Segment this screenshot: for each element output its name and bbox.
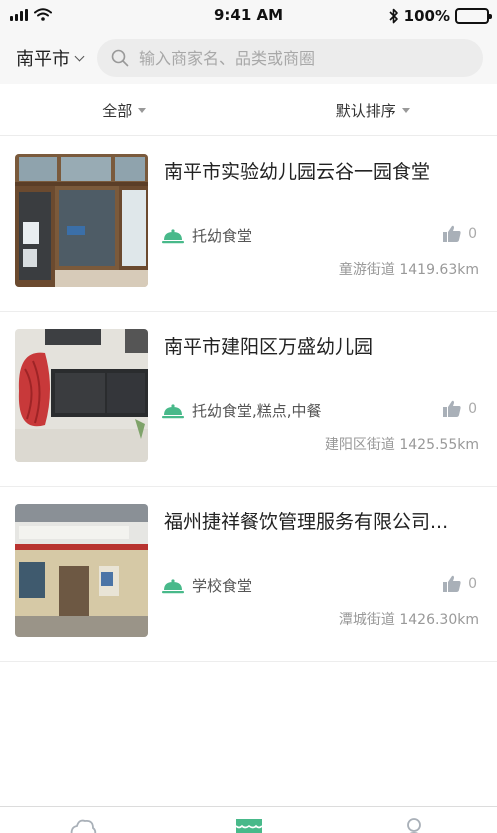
- filter-sort[interactable]: 默认排序: [249, 86, 497, 135]
- search-header: 南平市: [0, 32, 497, 84]
- search-icon: [111, 49, 129, 67]
- battery-icon: [455, 8, 492, 24]
- merchant-location: 童游街道 1419.63km: [338, 262, 479, 278]
- merchant-category-label: 托幼食堂: [192, 227, 253, 245]
- thumbs-up-icon: [443, 575, 461, 592]
- merchant-category: 学校食堂: [162, 575, 252, 596]
- caret-down-icon: [138, 108, 147, 113]
- tab-profile[interactable]: [331, 807, 497, 833]
- tab-home[interactable]: [0, 807, 166, 833]
- merchant-location: 潭城街道 1426.30km: [338, 612, 479, 628]
- filter-bar: 全部 默认排序: [0, 86, 497, 136]
- filter-sort-label: 默认排序: [335, 102, 396, 120]
- filter-all-label: 全部: [102, 102, 133, 120]
- thumbs-up-icon: [443, 225, 461, 242]
- status-bar: 9:41 AM 100%: [0, 0, 497, 32]
- city-label: 南平市: [16, 49, 70, 70]
- merchant-title: 福州捷祥餐饮管理服务有限公司...: [164, 511, 449, 533]
- merchant-photo: [15, 154, 148, 287]
- thumbs-up-icon: [443, 400, 461, 417]
- like-count: 0: [468, 225, 477, 242]
- tab-bar: [0, 806, 497, 833]
- filter-all[interactable]: 全部: [0, 86, 249, 135]
- like-count: 0: [468, 400, 477, 417]
- merchant-item[interactable]: 南平市实验幼儿园云谷一园食堂 托幼食堂 0 童游街道 1419.63km: [0, 137, 497, 312]
- chevron-down-icon: [74, 51, 85, 61]
- dish-cover-icon: [162, 578, 184, 593]
- merchant-category: 托幼食堂,糕点,中餐: [162, 400, 322, 421]
- like-button[interactable]: 0: [443, 225, 477, 242]
- merchant-list: 南平市实验幼儿园云谷一园食堂 托幼食堂 0 童游街道 1419.63km 南平市…: [0, 137, 497, 662]
- merchant-category: 托幼食堂: [162, 225, 252, 246]
- search-input[interactable]: [139, 48, 469, 68]
- profile-tab-icon: [407, 818, 422, 833]
- merchant-item[interactable]: 福州捷祥餐饮管理服务有限公司... 学校食堂 0 潭城街道 1426.30km: [0, 487, 497, 662]
- dish-cover-icon: [162, 228, 184, 243]
- merchant-item[interactable]: 南平市建阳区万盛幼儿园 托幼食堂,糕点,中餐 0 建阳区街道 1425.55km: [0, 312, 497, 487]
- search-bar[interactable]: [97, 39, 483, 77]
- battery-percent: 100%: [403, 7, 450, 25]
- city-selector[interactable]: 南平市: [16, 45, 85, 71]
- tab-store[interactable]: [166, 807, 332, 833]
- home-tab-icon: [70, 819, 96, 833]
- bluetooth-icon: [389, 8, 398, 24]
- merchant-photo: [15, 504, 148, 637]
- merchant-photo: [15, 329, 148, 462]
- dish-cover-icon: [162, 403, 184, 418]
- like-button[interactable]: 0: [443, 575, 477, 592]
- like-count: 0: [468, 575, 477, 592]
- like-button[interactable]: 0: [443, 400, 477, 417]
- caret-down-icon: [401, 108, 410, 113]
- merchant-category-label: 托幼食堂,糕点,中餐: [192, 402, 322, 420]
- merchant-category-label: 学校食堂: [192, 577, 253, 595]
- merchant-location: 建阳区街道 1425.55km: [324, 437, 479, 453]
- store-tab-icon: [234, 819, 263, 833]
- merchant-title: 南平市建阳区万盛幼儿园: [164, 336, 374, 358]
- merchant-title: 南平市实验幼儿园云谷一园食堂: [164, 161, 431, 183]
